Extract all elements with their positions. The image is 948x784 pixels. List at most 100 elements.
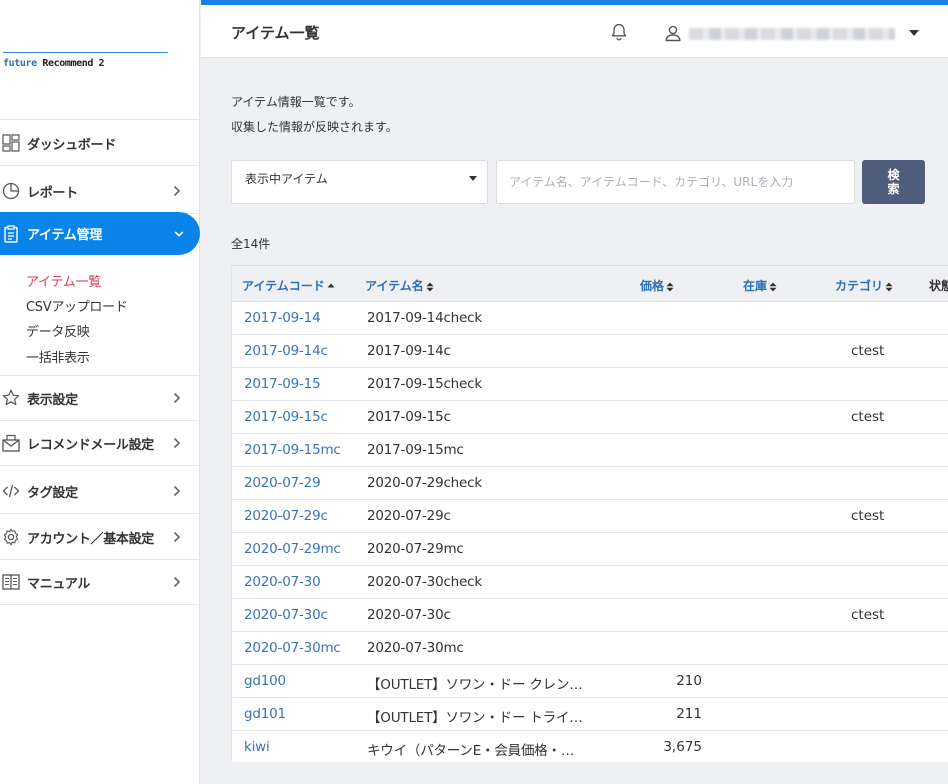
column-header-code[interactable]: アイテムコード	[242, 277, 335, 294]
sidebar-item-report[interactable]: レポート	[0, 169, 200, 214]
item-code-link[interactable]: 2020-07-29	[244, 475, 321, 491]
submenu-item[interactable]: CSVアップロード	[26, 296, 128, 315]
sidebar-item-label: マニュアル	[27, 576, 91, 592]
submenu-item[interactable]: アイテム一覧	[26, 271, 101, 290]
item-name-cell: 【OUTLET】ソワン・ドー クレン…	[367, 677, 583, 693]
item-code-link[interactable]: 2020-07-30c	[244, 607, 328, 623]
item-name-cell: 2017-09-15c	[367, 409, 451, 425]
item-name-cell: キウイ（パターンE・会員価格・…	[367, 743, 575, 759]
sort-asc-icon	[327, 283, 335, 287]
page-description-line2: 収集した情報が反映されます。	[231, 120, 398, 134]
user-icon[interactable]	[664, 24, 682, 42]
item-code-link[interactable]: 2020-07-29mc	[244, 541, 341, 557]
column-header-stock[interactable]: 在庫	[743, 277, 777, 294]
item-category-cell: ctest	[851, 508, 885, 524]
search-button[interactable]: 検索	[862, 160, 925, 204]
item-category-cell: ctest	[851, 607, 885, 623]
sidebar-item-label: レポート	[27, 185, 78, 201]
sidebar-item-manual[interactable]: マニュアル	[0, 560, 200, 605]
sidebar-item-label: ダッシュボード	[27, 137, 116, 153]
logo-name: Recommend 2	[36, 58, 105, 69]
logo[interactable]: future Recommend 2	[3, 58, 105, 69]
item-name-cell: 2017-09-15mc	[367, 442, 464, 458]
search-button-label: 検索	[887, 168, 900, 196]
column-header-price[interactable]: 価格	[640, 277, 674, 294]
submenu-item[interactable]: データ反映	[26, 321, 90, 340]
search-input[interactable]	[496, 160, 855, 204]
table-row: kiwi キウイ（パターンE・会員価格・… 3,675	[232, 731, 948, 762]
chevron-down-icon	[174, 227, 184, 241]
chevron-right-icon	[173, 436, 183, 450]
item-name-cell: 2017-09-14check	[367, 310, 482, 326]
sidebar-item-account-settings[interactable]: アカウント／基本設定	[0, 515, 200, 560]
table-row: 2017-09-15mc 2017-09-15mc	[232, 434, 948, 467]
table-row: gd100 【OUTLET】ソワン・ドー クレン… 210	[232, 665, 948, 698]
item-code-link[interactable]: gd101	[244, 706, 286, 722]
item-status-select[interactable]: 表示中アイテム	[231, 160, 488, 204]
sidebar-item-label: アカウント／基本設定	[27, 531, 155, 547]
logo-area: future Recommend 2	[0, 0, 200, 120]
pie-chart-icon	[1, 181, 21, 201]
item-code-link[interactable]: 2020-07-30mc	[244, 640, 341, 656]
item-code-link[interactable]: gd100	[244, 673, 286, 689]
item-price-cell: 211	[676, 706, 702, 722]
page-description-line1: アイテム情報一覧です。	[231, 95, 361, 109]
sort-icon	[769, 282, 777, 291]
item-name-cell: 2020-07-29check	[367, 475, 482, 491]
item-price-cell: 210	[676, 673, 702, 689]
logo-underline	[3, 52, 168, 53]
sidebar-item-label: レコメンドメール設定	[27, 437, 155, 453]
user-name-redacted	[689, 28, 895, 40]
table-row: 2020-07-30c 2020-07-30c ctest	[232, 599, 948, 632]
column-header-status: 状態	[929, 279, 948, 293]
sidebar-item-display-settings[interactable]: 表示設定	[0, 376, 200, 421]
item-management-submenu: アイテム一覧 CSVアップロード データ反映一括非表示	[0, 262, 200, 376]
submenu-item[interactable]: 一括非表示	[26, 347, 90, 366]
total-count: 全14件	[231, 237, 271, 251]
table-row: 2017-09-15 2017-09-15check	[232, 368, 948, 401]
sidebar-item-item-management[interactable]: アイテム管理	[0, 212, 200, 255]
item-code-link[interactable]: 2020-07-29c	[244, 508, 328, 524]
column-header-category[interactable]: カテゴリ	[835, 277, 893, 294]
table-header: アイテムコード アイテム名 価格 在庫 カテゴリ 状態	[232, 265, 948, 302]
sidebar-item-label: アイテム管理	[27, 228, 102, 243]
item-name-cell: 2020-07-30mc	[367, 640, 464, 656]
item-code-link[interactable]: 2017-09-14	[244, 310, 321, 326]
sidebar: future Recommend 2 ダッシュボード レポートアイテム管理表示設定…	[0, 0, 200, 784]
chevron-right-icon	[173, 575, 183, 589]
item-status-select-value: 表示中アイテム	[245, 172, 328, 186]
item-code-link[interactable]: kiwi	[244, 739, 270, 755]
item-code-link[interactable]: 2017-09-15	[244, 376, 321, 392]
clipboard-icon	[1, 224, 21, 244]
table-row: 2020-07-29c 2020-07-29c ctest	[232, 500, 948, 533]
column-header-name[interactable]: アイテム名	[365, 277, 434, 294]
item-code-link[interactable]: 2017-09-15c	[244, 409, 328, 425]
item-code-link[interactable]: 2017-09-14c	[244, 343, 328, 359]
column-header-stock-label: 在庫	[743, 279, 768, 293]
table-row: 2020-07-29mc 2020-07-29mc	[232, 533, 948, 566]
envelope-icon	[1, 433, 21, 453]
sidebar-item-dashboard[interactable]: ダッシュボード	[0, 121, 200, 166]
item-name-cell: 2020-07-30check	[367, 574, 482, 590]
user-menu-caret-icon[interactable]	[909, 30, 919, 36]
sidebar-item-recommend-mail[interactable]: レコメンドメール設定	[0, 421, 200, 466]
item-code-link[interactable]: 2017-09-15mc	[244, 442, 341, 458]
sidebar-item-label: タグ設定	[27, 485, 78, 501]
chevron-right-icon	[173, 530, 183, 544]
column-header-price-label: 価格	[640, 279, 665, 293]
bell-icon[interactable]	[609, 22, 629, 42]
item-name-cell: 2017-09-14c	[367, 343, 451, 359]
book-icon	[1, 572, 21, 592]
sidebar-item-tag-settings[interactable]: タグ設定	[0, 469, 200, 514]
table-row: 2017-09-15c 2017-09-15c ctest	[232, 401, 948, 434]
item-category-cell: ctest	[851, 343, 885, 359]
item-category-cell: ctest	[851, 409, 885, 425]
column-header-name-label: アイテム名	[365, 279, 424, 293]
item-code-link[interactable]: 2020-07-30	[244, 574, 321, 590]
item-name-cell: 2020-07-29mc	[367, 541, 464, 557]
item-name-cell: 2020-07-30c	[367, 607, 451, 623]
item-name-cell: 2020-07-29c	[367, 508, 451, 524]
item-price-cell: 3,675	[663, 739, 702, 755]
code-icon	[1, 481, 21, 501]
column-header-category-label: カテゴリ	[835, 279, 884, 293]
